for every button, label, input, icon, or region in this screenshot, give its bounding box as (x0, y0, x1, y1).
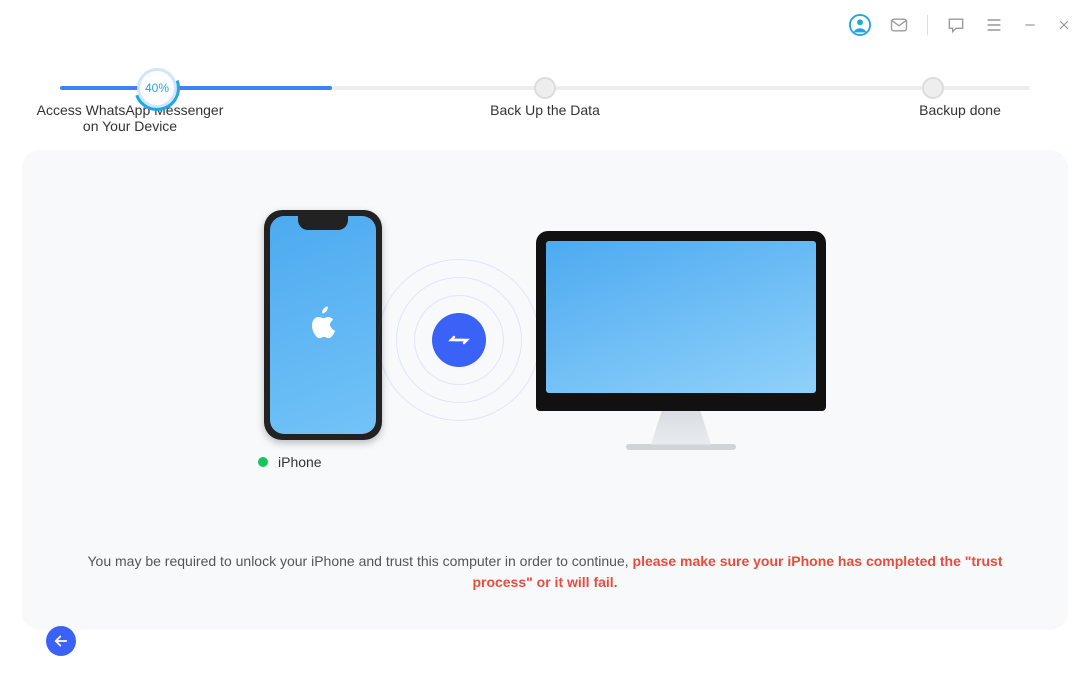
separator (927, 15, 928, 35)
minimize-button[interactable] (1022, 17, 1038, 33)
step-label-3: Backup done (860, 102, 1060, 134)
phone-illustration (264, 210, 382, 440)
hint-text: You may be required to unlock your iPhon… (22, 551, 1068, 594)
status-dot (258, 457, 268, 467)
menu-icon[interactable] (984, 15, 1004, 35)
mail-icon[interactable] (889, 15, 909, 35)
progress-fill (60, 86, 332, 90)
progress-bar: 40% Access WhatsApp Messengeron Your Dev… (0, 50, 1090, 134)
transfer-icon (432, 313, 486, 367)
device-name: iPhone (278, 454, 322, 470)
close-button[interactable] (1056, 17, 1072, 33)
back-button[interactable] (46, 626, 76, 656)
step-label-1: Access WhatsApp Messengeron Your Device (30, 102, 230, 134)
step-node-3 (922, 77, 944, 99)
progress-percent: 40% (145, 81, 169, 95)
step-label-2: Back Up the Data (445, 102, 645, 134)
apple-logo-icon (305, 304, 341, 346)
feedback-icon[interactable] (946, 15, 966, 35)
content-card: iPhone You may be required to unlock you… (22, 150, 1068, 630)
step-node-2 (534, 77, 556, 99)
computer-illustration (536, 231, 826, 450)
account-icon[interactable] (849, 14, 871, 36)
